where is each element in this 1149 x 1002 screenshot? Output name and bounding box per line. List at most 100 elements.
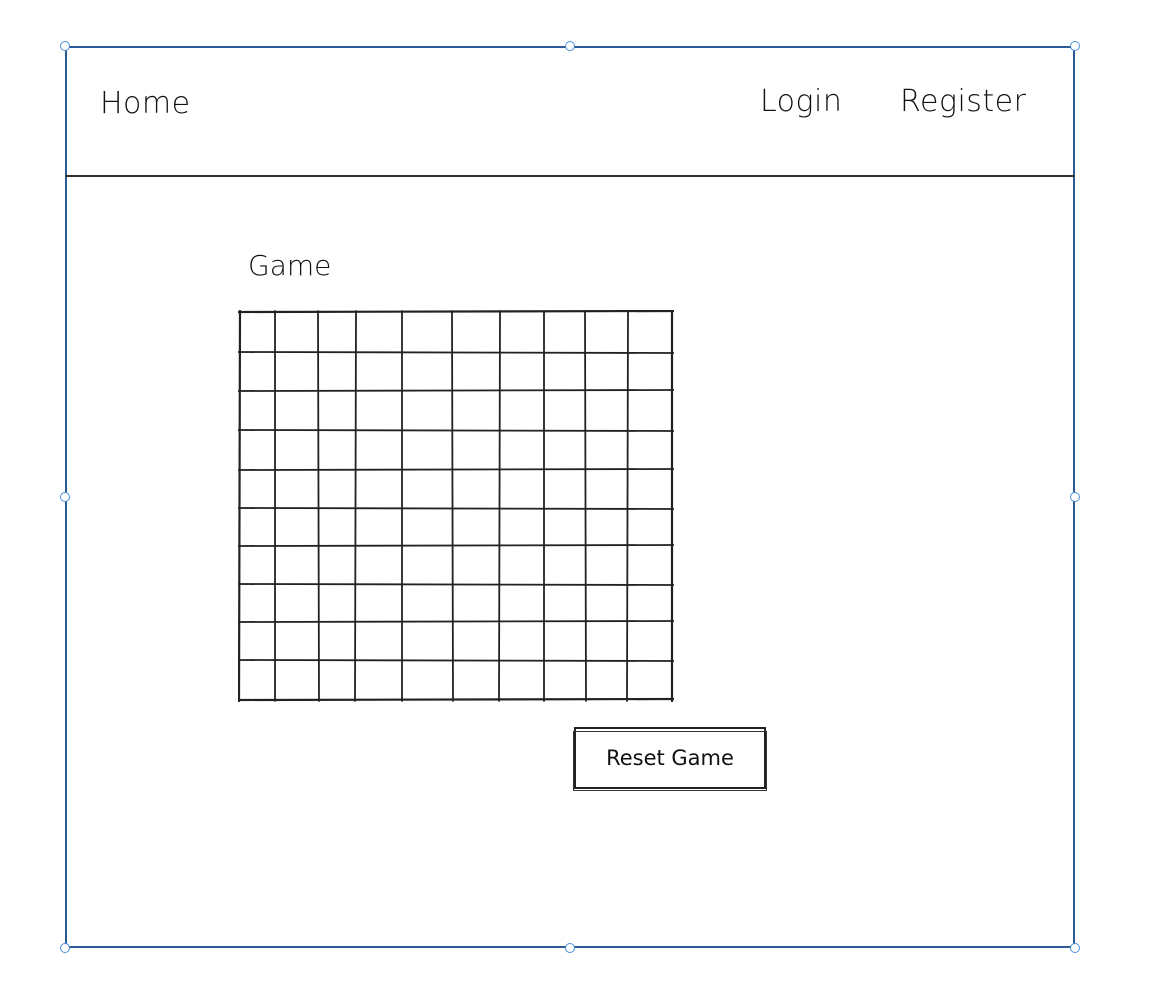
resize-handle-bottom-center[interactable] — [565, 943, 575, 953]
board-cell[interactable] — [275, 546, 318, 584]
board-cell[interactable] — [240, 660, 275, 700]
board-cell[interactable] — [452, 508, 500, 546]
board-cell[interactable] — [500, 470, 544, 508]
board-cell[interactable] — [585, 391, 628, 430]
resize-handle-top-center[interactable] — [565, 41, 575, 51]
board-cell[interactable] — [275, 391, 318, 430]
board-cell[interactable] — [452, 430, 500, 470]
board-cell[interactable] — [402, 508, 452, 546]
resize-handle-middle-left[interactable] — [60, 492, 70, 502]
board-cell[interactable] — [585, 546, 628, 584]
board-cell[interactable] — [275, 430, 318, 470]
board-cell[interactable] — [628, 660, 672, 700]
resize-handle-bottom-right[interactable] — [1070, 943, 1080, 953]
board-cell[interactable] — [452, 352, 500, 391]
board-cell[interactable] — [318, 546, 356, 584]
board-cell[interactable] — [402, 391, 452, 430]
board-cell[interactable] — [585, 660, 628, 700]
board-cell[interactable] — [500, 660, 544, 700]
board-cell[interactable] — [275, 312, 318, 352]
game-board[interactable] — [238, 310, 674, 702]
board-cell[interactable] — [275, 508, 318, 546]
board-cell[interactable] — [356, 660, 402, 700]
board-cell[interactable] — [356, 508, 402, 546]
board-cell[interactable] — [544, 312, 585, 352]
board-cell[interactable] — [402, 430, 452, 470]
board-cell[interactable] — [240, 546, 275, 584]
board-cell[interactable] — [500, 622, 544, 660]
board-cell[interactable] — [356, 391, 402, 430]
board-cell[interactable] — [402, 470, 452, 508]
board-cell[interactable] — [628, 352, 672, 391]
board-cell[interactable] — [318, 352, 356, 391]
board-cell[interactable] — [452, 584, 500, 622]
board-cell[interactable] — [585, 352, 628, 391]
board-cell[interactable] — [500, 430, 544, 470]
board-cell[interactable] — [585, 470, 628, 508]
board-cell[interactable] — [544, 352, 585, 391]
board-cell[interactable] — [402, 352, 452, 391]
board-cell[interactable] — [356, 546, 402, 584]
board-cell[interactable] — [275, 584, 318, 622]
board-cell[interactable] — [628, 622, 672, 660]
board-cell[interactable] — [356, 352, 402, 391]
board-cell[interactable] — [628, 312, 672, 352]
board-cell[interactable] — [402, 546, 452, 584]
board-cell[interactable] — [275, 470, 318, 508]
resize-handle-middle-right[interactable] — [1070, 492, 1080, 502]
board-cell[interactable] — [585, 430, 628, 470]
board-cell[interactable] — [356, 470, 402, 508]
board-cell[interactable] — [500, 546, 544, 584]
reset-game-button[interactable]: Reset Game — [573, 727, 767, 791]
board-cell[interactable] — [318, 508, 356, 546]
board-cell[interactable] — [356, 430, 402, 470]
board-cell[interactable] — [628, 470, 672, 508]
board-cell[interactable] — [402, 660, 452, 700]
board-cell[interactable] — [628, 391, 672, 430]
board-cell[interactable] — [240, 622, 275, 660]
board-cell[interactable] — [356, 312, 402, 352]
board-cell[interactable] — [500, 312, 544, 352]
board-cell[interactable] — [500, 352, 544, 391]
board-cell[interactable] — [452, 312, 500, 352]
resize-handle-top-left[interactable] — [60, 41, 70, 51]
nav-login-link[interactable]: Login — [760, 84, 842, 119]
board-cell[interactable] — [500, 508, 544, 546]
board-cell[interactable] — [356, 622, 402, 660]
board-cell[interactable] — [585, 508, 628, 546]
board-cell[interactable] — [240, 391, 275, 430]
board-cell[interactable] — [544, 584, 585, 622]
board-cell[interactable] — [452, 660, 500, 700]
board-cell[interactable] — [452, 546, 500, 584]
board-cell[interactable] — [544, 660, 585, 700]
board-cell[interactable] — [544, 391, 585, 430]
board-cell[interactable] — [318, 391, 356, 430]
board-cell[interactable] — [452, 391, 500, 430]
board-cell[interactable] — [628, 430, 672, 470]
board-cell[interactable] — [452, 470, 500, 508]
board-cell[interactable] — [402, 312, 452, 352]
board-cell[interactable] — [318, 660, 356, 700]
resize-handle-top-right[interactable] — [1070, 41, 1080, 51]
board-cell[interactable] — [240, 430, 275, 470]
nav-register-link[interactable]: Register — [900, 84, 1026, 119]
nav-home-link[interactable]: Home — [100, 86, 191, 121]
board-cell[interactable] — [402, 584, 452, 622]
board-cell[interactable] — [585, 584, 628, 622]
board-cell[interactable] — [318, 312, 356, 352]
board-cell[interactable] — [318, 584, 356, 622]
board-cell[interactable] — [544, 508, 585, 546]
board-cell[interactable] — [318, 622, 356, 660]
board-cell[interactable] — [500, 584, 544, 622]
board-cell[interactable] — [628, 508, 672, 546]
board-cell[interactable] — [240, 508, 275, 546]
board-cell[interactable] — [275, 622, 318, 660]
board-cell[interactable] — [240, 352, 275, 391]
board-cell[interactable] — [628, 546, 672, 584]
board-cell[interactable] — [544, 546, 585, 584]
board-cell[interactable] — [275, 660, 318, 700]
board-cell[interactable] — [240, 584, 275, 622]
board-cell[interactable] — [628, 584, 672, 622]
board-cell[interactable] — [452, 622, 500, 660]
board-cell[interactable] — [240, 312, 275, 352]
